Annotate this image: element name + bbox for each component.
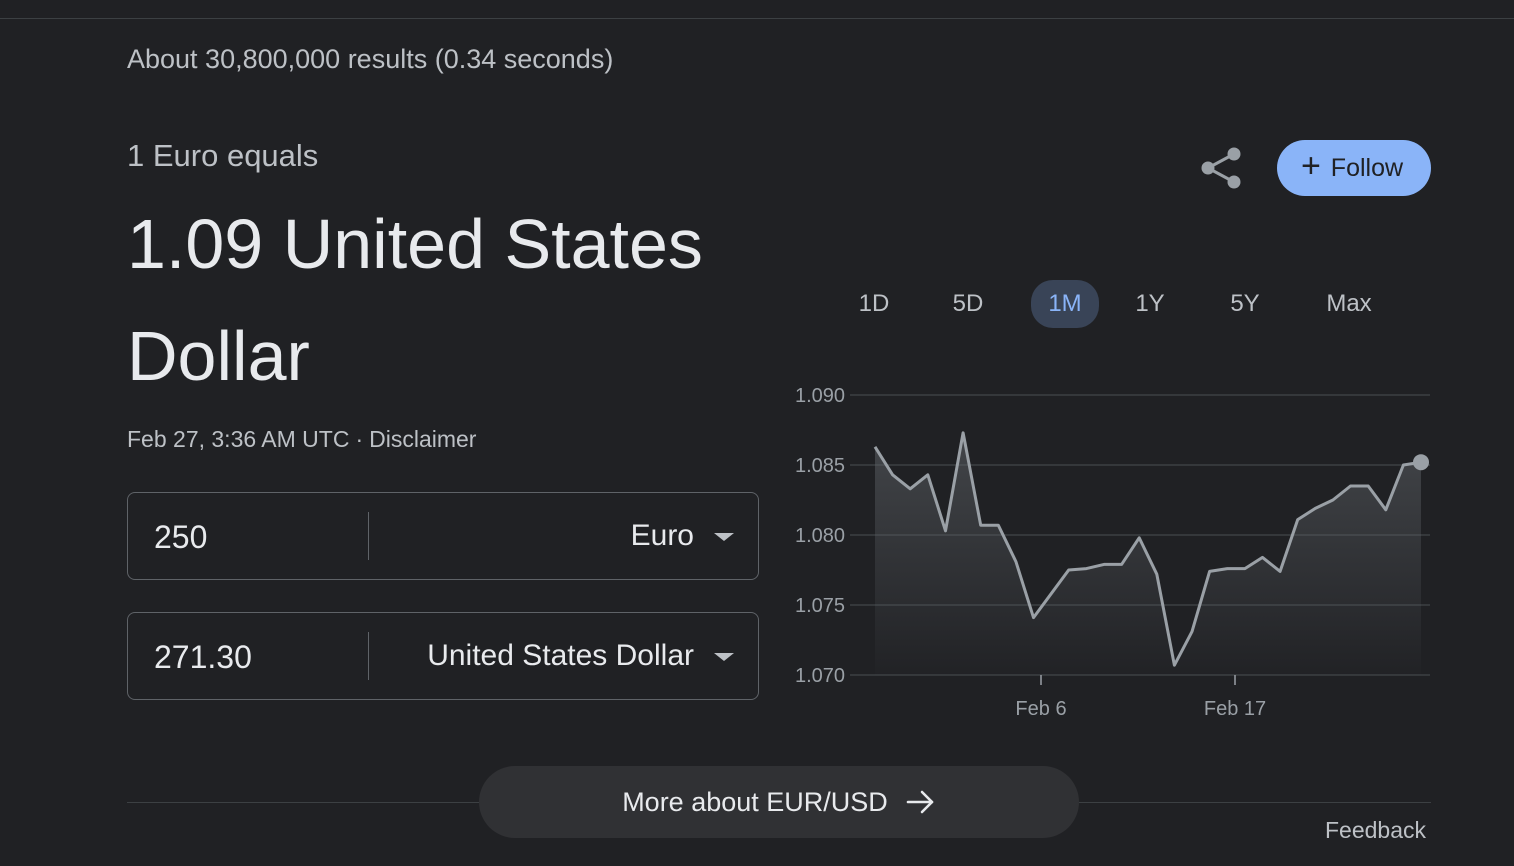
feedback-link[interactable]: Feedback: [1325, 817, 1426, 844]
follow-label: Follow: [1330, 153, 1404, 182]
result-stats: About 30,800,000 results (0.34 seconds): [127, 44, 614, 74]
top-divider: [0, 18, 1514, 19]
chevron-down-icon[interactable]: [714, 653, 734, 661]
from-divider: [368, 512, 369, 560]
y-tick-label: 1.070: [795, 665, 845, 687]
to-converter-row: 271.30 United States Dollar: [127, 612, 759, 700]
x-tick-label: Feb 6: [1015, 698, 1066, 720]
to-amount-input[interactable]: 271.30: [154, 613, 354, 701]
more-about-button[interactable]: More about EUR/USD: [479, 766, 1079, 838]
more-about-label: More about EUR/USD: [622, 786, 888, 817]
exchange-rate-chart: 1.090 1.085 1.080 1.075 1.070 Feb 6 Feb 17: [795, 385, 1430, 720]
from-converter-row: 250 Euro: [127, 492, 759, 580]
to-divider: [368, 632, 369, 680]
from-currency-select[interactable]: Euro: [631, 493, 694, 579]
chart-last-point[interactable]: [1413, 454, 1429, 471]
converted-value: 1.09 United States Dollar: [127, 205, 703, 395]
to-currency-select[interactable]: United States Dollar: [427, 613, 694, 699]
tab-1m[interactable]: 1M: [1031, 280, 1099, 328]
equals-label: 1 Euro equals: [127, 138, 319, 173]
x-tick-label: Feb 17: [1204, 698, 1266, 720]
arrow-right-icon: [906, 790, 934, 814]
tab-max[interactable]: Max: [1318, 280, 1380, 328]
y-tick-label: 1.090: [795, 385, 845, 407]
y-tick-label: 1.085: [795, 455, 845, 477]
chevron-down-icon[interactable]: [714, 533, 734, 541]
time-range-tabs: 1D 5D 1M 1Y 5Y Max: [826, 280, 1426, 328]
from-amount-input[interactable]: 250: [154, 493, 354, 581]
plus-icon: +: [1300, 147, 1321, 185]
disclaimer-link[interactable]: Disclaimer: [369, 426, 476, 452]
tab-1d[interactable]: 1D: [850, 280, 898, 328]
tab-1y[interactable]: 1Y: [1126, 280, 1174, 328]
footer-divider-right: [1079, 802, 1431, 803]
tab-5y[interactable]: 5Y: [1221, 280, 1269, 328]
timestamp: Feb 27, 3:36 AM UTC: [127, 426, 350, 452]
share-icon[interactable]: [1200, 146, 1244, 190]
tab-5d[interactable]: 5D: [944, 280, 992, 328]
y-tick-label: 1.080: [795, 525, 845, 547]
meta-separator: ·: [355, 426, 364, 452]
y-tick-label: 1.075: [795, 595, 845, 617]
follow-button[interactable]: + Follow: [1277, 140, 1431, 196]
footer-divider-left: [127, 802, 479, 803]
rate-meta: Feb 27, 3:36 AM UTC · Disclaimer: [127, 426, 476, 453]
